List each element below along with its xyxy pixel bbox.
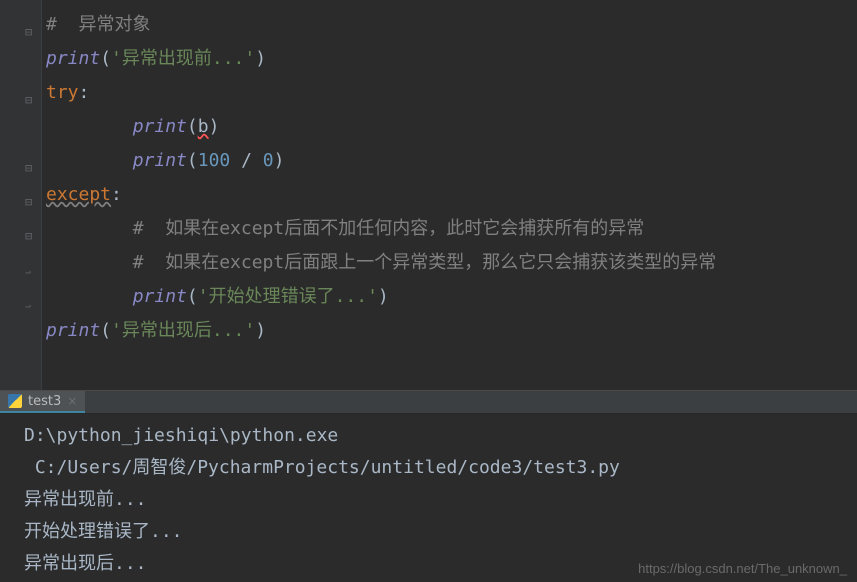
code-line[interactable]: print('开始处理错误了...') [46,280,857,314]
gutter-row [0,144,41,178]
console-line: 异常出现前... [24,484,857,516]
fold-minus-icon[interactable] [25,88,35,98]
gutter-row [0,314,41,348]
console-line: D:\python_jieshiqi\python.exe [24,420,857,452]
fold-minus-icon[interactable] [25,156,35,166]
fold-minus-icon[interactable] [25,224,35,234]
fold-minus-icon[interactable] [25,20,35,30]
tab-bar: test3 × [0,390,857,414]
python-icon [8,394,22,408]
code-line[interactable]: # 异常对象 [46,8,857,42]
gutter-row [0,246,41,280]
tab-label: test3 [28,394,61,409]
gutter-row [0,178,41,212]
console-line: 开始处理错误了... [24,516,857,548]
tab-test3[interactable]: test3 × [0,391,85,413]
gutter-row [0,8,41,42]
watermark: https://blog.csdn.net/The_unknown_ [638,561,847,576]
close-icon[interactable]: × [67,394,77,408]
code-editor: # 异常对象print('异常出现前...')try: print(b) pri… [0,0,857,390]
code-line[interactable]: print('异常出现后...') [46,314,857,348]
code-line[interactable]: try: [46,76,857,110]
gutter [0,0,42,390]
gutter-row [0,212,41,246]
console-output[interactable]: D:\python_jieshiqi\python.exe C:/Users/周… [0,414,857,580]
code-line[interactable]: print('异常出现前...') [46,42,857,76]
code-line[interactable]: print(100 / 0) [46,144,857,178]
fold-minus-icon[interactable] [25,190,35,200]
code-area[interactable]: # 异常对象print('异常出现前...')try: print(b) pri… [42,0,857,390]
console-line: C:/Users/周智俊/PycharmProjects/untitled/co… [24,452,857,484]
gutter-row [0,110,41,144]
fold-end-icon[interactable] [25,292,35,302]
code-line[interactable]: # 如果在except后面跟上一个异常类型，那么它只会捕获该类型的异常 [46,246,857,280]
code-line[interactable]: print(b) [46,110,857,144]
run-panel: test3 × D:\python_jieshiqi\python.exe C:… [0,390,857,582]
gutter-row [0,42,41,76]
gutter-row [0,280,41,314]
fold-end-icon[interactable] [25,258,35,268]
gutter-row [0,76,41,110]
code-line[interactable]: except: [46,178,857,212]
code-line[interactable]: # 如果在except后面不加任何内容，此时它会捕获所有的异常 [46,212,857,246]
